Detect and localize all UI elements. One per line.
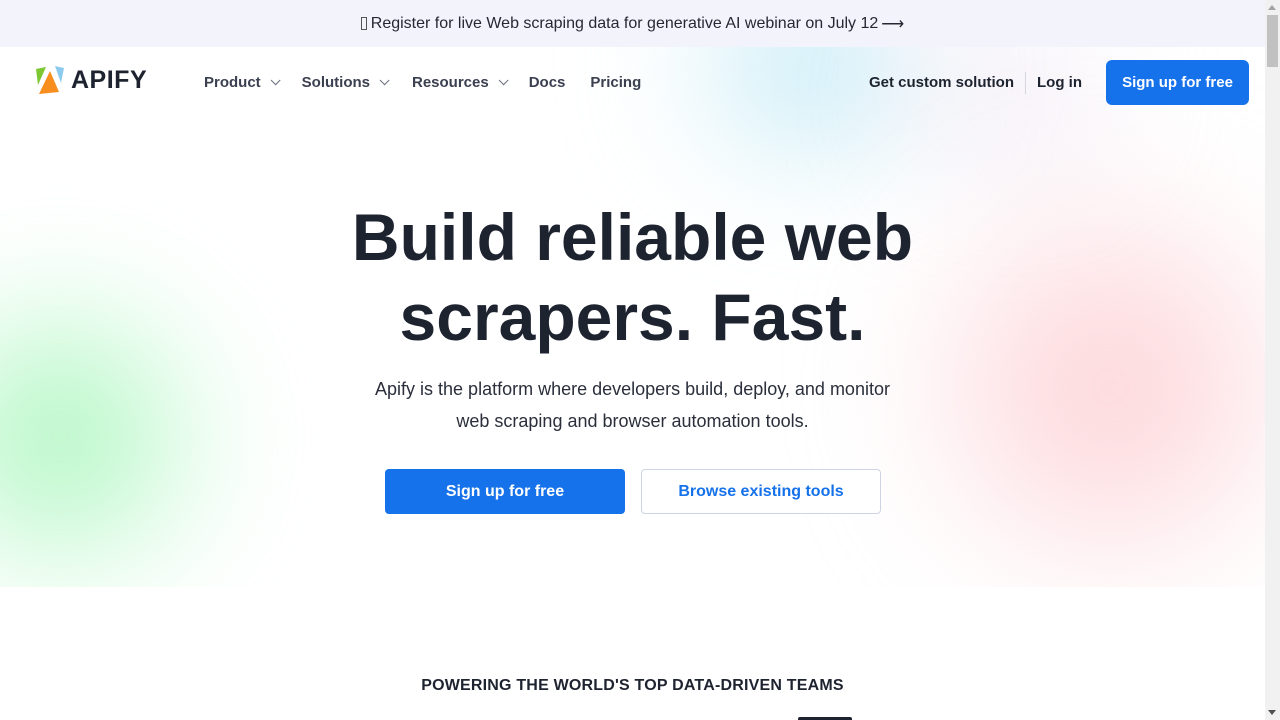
nav-docs[interactable]: Docs [529, 74, 566, 91]
browse-tools-button[interactable]: Browse existing tools [641, 469, 881, 514]
get-custom-solution-link[interactable]: Get custom solution [869, 74, 1014, 91]
nav-resources[interactable]: Resources [412, 73, 509, 91]
scroll-down-arrow-icon[interactable] [1268, 710, 1276, 715]
hero-signup-button[interactable]: Sign up for free [385, 469, 625, 514]
chevron-down-icon [498, 74, 509, 85]
login-link[interactable]: Log in [1037, 74, 1082, 91]
nav-product[interactable]: Product [204, 73, 281, 91]
subtitle-line-1: Apify is the platform where developers b… [375, 379, 890, 399]
main-menu: Product Solutions Resources Docs Pricing [204, 47, 641, 117]
logo-wordmark: APIFY [71, 65, 148, 94]
top-navigation: APIFY Product Solutions Resources Docs P… [0, 47, 1265, 117]
hero-subtitle: Apify is the platform where developers b… [0, 373, 1265, 437]
nav-solutions-label: Solutions [301, 73, 370, 91]
scroll-up-arrow-icon[interactable] [1268, 5, 1276, 10]
headline-line-2: scrapers. Fast. [399, 280, 866, 354]
nav-pricing-label: Pricing [590, 73, 642, 91]
chevron-down-icon [270, 74, 281, 85]
nav-docs-label: Docs [528, 73, 566, 91]
scrollbar-thumb[interactable] [1267, 15, 1278, 67]
page-scrollbar[interactable] [1265, 0, 1280, 720]
subtitle-line-2: web scraping and browser automation tool… [456, 411, 809, 431]
apify-logo-icon [36, 66, 64, 94]
apify-logo[interactable]: APIFY [35, 65, 147, 95]
hero-headline: Build reliable web scrapers. Fast. [0, 197, 1265, 357]
arrow-right-icon: ⟶ [881, 15, 905, 33]
nav-signup-button[interactable]: Sign up for free [1106, 60, 1249, 105]
customers-heading: POWERING THE WORLD'S TOP DATA-DRIVEN TEA… [421, 677, 844, 694]
chevron-down-icon [379, 74, 390, 85]
nav-divider [1025, 71, 1026, 94]
nav-actions: Get custom solution Log in Sign up for f… [869, 60, 1249, 105]
page: Register for live Web scraping data for … [0, 0, 1265, 720]
nav-pricing[interactable]: Pricing [590, 74, 641, 91]
headline-line-1: Build reliable web [351, 200, 914, 274]
nav-resources-label: Resources [412, 73, 489, 91]
announcement-text: Register for live Web scraping data for … [370, 14, 879, 32]
nav-solutions[interactable]: Solutions [301, 73, 390, 91]
announcement-icon [360, 17, 367, 30]
announcement-banner[interactable]: Register for live Web scraping data for … [0, 0, 1265, 47]
nav-product-label: Product [204, 73, 261, 91]
